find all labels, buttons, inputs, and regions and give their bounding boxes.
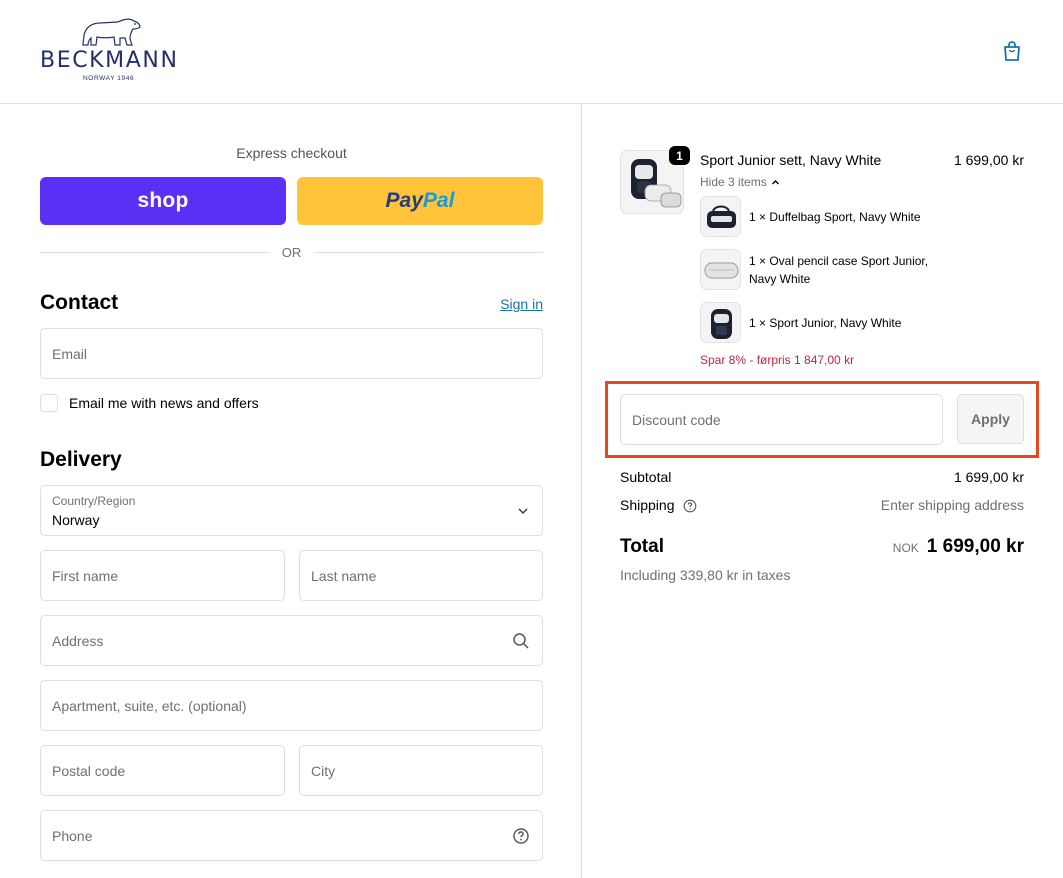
brand-logo[interactable]: BECKMANN NORWAY 1946 — [40, 15, 185, 85]
apartment-input[interactable] — [41, 681, 542, 730]
subtotal-value: 1 699,00 kr — [953, 469, 1024, 485]
sign-in-link[interactable]: Sign in — [500, 296, 543, 312]
country-label: Country/Region — [52, 494, 136, 508]
subtotal-label: Subtotal — [620, 469, 672, 485]
product-title: Sport Junior sett, Navy White — [700, 152, 882, 168]
column-divider — [581, 104, 582, 878]
taxes-note: Including 339,80 kr in taxes — [620, 567, 791, 583]
sub-item-line: Navy White — [749, 272, 811, 286]
total-currency: NOK — [892, 541, 919, 555]
backpack-image — [711, 309, 732, 339]
polar-bear-icon — [82, 18, 141, 46]
duffelbag-image — [707, 205, 736, 228]
delivery-heading: Delivery — [40, 448, 122, 471]
discount-input[interactable] — [621, 395, 942, 444]
email-input[interactable] — [41, 329, 542, 378]
pencil-case-image — [704, 262, 739, 279]
total-value-group: NOK 1 699,00 kr — [893, 536, 1024, 558]
quantity-badge: 1 — [669, 146, 690, 165]
product-price: 1 699,00 kr — [953, 152, 1024, 168]
chevron-down-icon — [518, 508, 528, 514]
header: BECKMANN NORWAY 1946 — [0, 0, 1063, 104]
city-input[interactable] — [300, 746, 542, 795]
paypal-button[interactable]: PayPal — [297, 177, 543, 225]
hide-items-label: Hide 3 items — [700, 175, 767, 189]
help-circle-icon[interactable] — [683, 499, 697, 513]
shipping-value: Enter shipping address — [880, 497, 1024, 513]
first-name-field[interactable] — [40, 550, 285, 601]
express-checkout-title: Express checkout — [236, 145, 347, 161]
shipping-row-label: Shipping — [620, 497, 697, 513]
last-name-input[interactable] — [300, 551, 542, 600]
last-name-field[interactable] — [299, 550, 543, 601]
newsletter-label: Email me with news and offers — [69, 395, 259, 411]
help-circle-icon[interactable] — [512, 827, 530, 845]
shipping-label: Shipping — [620, 497, 675, 513]
address-field[interactable] — [40, 615, 543, 666]
search-icon — [513, 633, 529, 649]
discount-field[interactable] — [620, 394, 943, 445]
sub-item-image — [700, 302, 741, 343]
phone-field[interactable] — [40, 810, 543, 861]
apartment-field[interactable] — [40, 680, 543, 731]
sub-item-line: 1 × Oval pencil case Sport Junior, — [749, 254, 929, 268]
country-value: Norway — [52, 512, 100, 528]
country-select[interactable]: Country/Region Norway — [40, 485, 543, 536]
brand-name: BECKMANN — [40, 48, 179, 73]
apply-button[interactable]: Apply — [957, 394, 1024, 444]
shop-pay-button[interactable]: shop — [40, 177, 286, 225]
postal-code-field[interactable] — [40, 745, 285, 796]
city-field[interactable] — [299, 745, 543, 796]
first-name-input[interactable] — [41, 551, 284, 600]
or-line-right — [314, 252, 543, 253]
total-amount: 1 699,00 kr — [926, 536, 1024, 557]
contact-heading: Contact — [40, 291, 119, 314]
savings-text: Spar 8% - førpris 1 847,00 kr — [700, 353, 855, 367]
phone-input[interactable] — [41, 811, 542, 860]
brand-tagline: NORWAY 1946 — [83, 75, 135, 82]
sub-item-image — [700, 196, 741, 237]
newsletter-checkbox[interactable] — [40, 394, 58, 412]
sub-item-line: 1 × Sport Junior, Navy White — [749, 316, 902, 330]
sub-item-line: 1 × Duffelbag Sport, Navy White — [749, 210, 921, 224]
sub-item-image — [700, 249, 741, 290]
postal-code-input[interactable] — [41, 746, 284, 795]
shop-pay-label: shop — [137, 189, 189, 212]
paypal-label: PayPal — [385, 189, 455, 212]
chevron-up-icon — [771, 179, 779, 184]
address-input[interactable] — [41, 616, 542, 665]
shopping-bag-icon[interactable] — [1000, 39, 1024, 63]
email-field[interactable] — [40, 328, 543, 379]
total-label: Total — [620, 536, 664, 557]
or-divider: OR — [40, 244, 543, 262]
newsletter-option[interactable]: Email me with news and offers — [40, 394, 259, 412]
hide-items-toggle[interactable]: Hide 3 items — [700, 175, 780, 189]
